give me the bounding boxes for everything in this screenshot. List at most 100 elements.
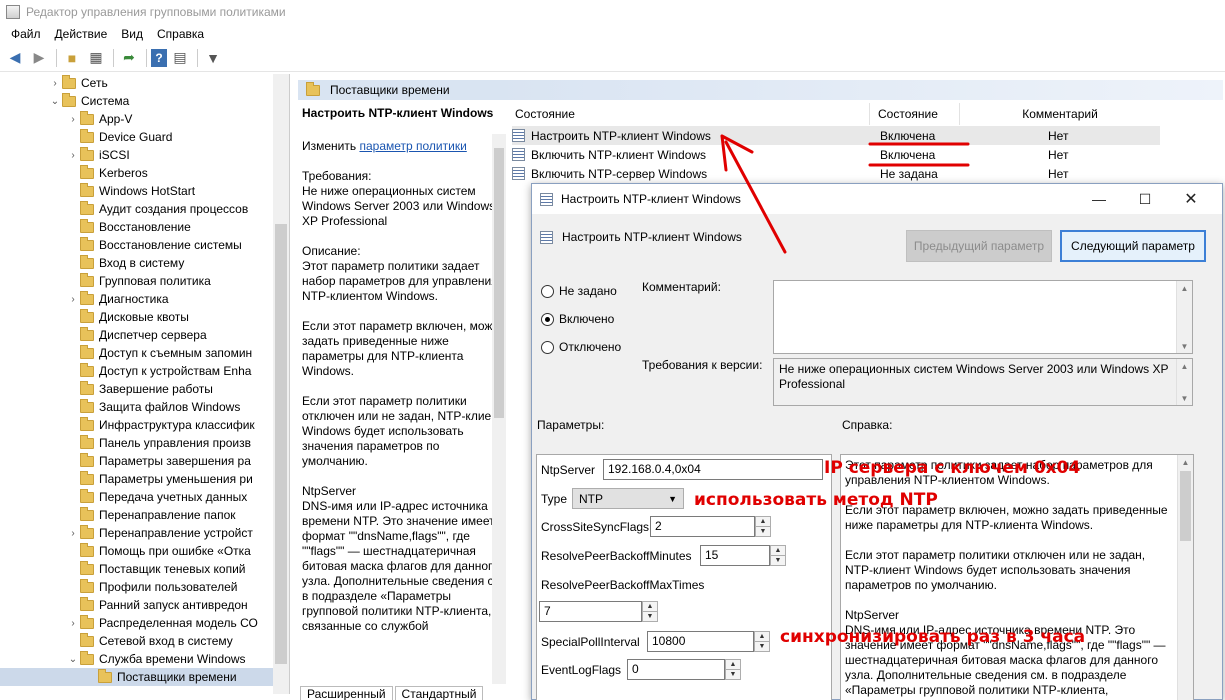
menu-file[interactable]: Файл [4, 27, 48, 41]
menu-action[interactable]: Действие [48, 27, 115, 41]
version-scrollbar[interactable]: ▲ ▼ [1176, 359, 1192, 405]
tree-item[interactable]: Kerberos [0, 164, 289, 182]
policy-row[interactable]: Включить NTP-сервер Windows Не задана Не… [512, 164, 1160, 183]
column-name[interactable]: Состояние [510, 103, 870, 125]
special-poll-input[interactable]: 10800 [647, 631, 754, 652]
tree-item[interactable]: Инфраструктура классифик [0, 416, 289, 434]
edit-policy-link[interactable]: параметр политики [359, 139, 466, 153]
previous-setting-button[interactable]: Предыдущий параметр [906, 230, 1052, 262]
tree-item[interactable]: Дисковые квоты [0, 308, 289, 326]
policy-row[interactable]: Включить NTP-клиент Windows Включена Нет [512, 145, 1160, 164]
expand-icon[interactable]: › [66, 114, 80, 125]
tree-item[interactable]: Параметры завершения ра [0, 452, 289, 470]
scroll-down-icon[interactable]: ▼ [1177, 391, 1192, 405]
tree-item[interactable]: › App-V [0, 110, 289, 128]
menu-help[interactable]: Справка [150, 27, 211, 41]
resolve-min-input[interactable]: 15 [700, 545, 770, 566]
tree-item[interactable]: Восстановление [0, 218, 289, 236]
tree-item[interactable]: Передача учетных данных [0, 488, 289, 506]
tree-item[interactable]: Поставщики времени [0, 668, 289, 686]
forward-arrow-icon[interactable]: ▶ [28, 47, 50, 69]
special-poll-spinner[interactable]: ▲ ▼ [754, 631, 770, 652]
radio-disabled[interactable]: Отключено [541, 340, 621, 354]
tree-item[interactable]: Сетевой вход в систему [0, 632, 289, 650]
tree-item[interactable]: Device Guard [0, 128, 289, 146]
tree-item[interactable]: Параметры уменьшения ри [0, 470, 289, 488]
resolve-max-input[interactable]: 7 [539, 601, 642, 622]
tree-item[interactable]: Windows HotStart [0, 182, 289, 200]
expand-icon[interactable]: › [66, 528, 80, 539]
policy-row[interactable]: Настроить NTP-клиент Windows Включена Не… [512, 126, 1160, 145]
tree-scrollbar[interactable] [273, 74, 289, 694]
tree-item[interactable]: Поставщик теневых копий [0, 560, 289, 578]
close-icon[interactable]: ✕ [1168, 184, 1214, 214]
column-comment[interactable]: Комментарий [960, 103, 1160, 125]
tree-item[interactable]: Доступ к устройствам Enha [0, 362, 289, 380]
radio-enabled[interactable]: Включено [541, 312, 614, 326]
help-icon[interactable]: ? [151, 48, 167, 67]
tree-item[interactable]: ⌄ Служба времени Windows [0, 650, 289, 668]
up-folder-icon[interactable]: ■ [61, 47, 83, 69]
tree-item[interactable]: › Диагностика [0, 290, 289, 308]
type-select[interactable]: NTP ▼ [572, 488, 684, 509]
cross-site-spinner[interactable]: ▲ ▼ [755, 516, 771, 537]
radio-enabled-dot[interactable] [541, 312, 554, 326]
scroll-down-icon[interactable]: ▼ [1177, 339, 1192, 353]
tree-item[interactable]: ⌄ Система [0, 92, 289, 110]
properties-icon[interactable]: ▤ [169, 47, 191, 69]
tree-item[interactable]: Защита файлов Windows [0, 398, 289, 416]
expand-icon[interactable]: › [48, 78, 62, 89]
resolve-min-spinner[interactable]: ▲ ▼ [770, 545, 786, 566]
tree-scroll-thumb[interactable] [275, 224, 287, 664]
tree-item[interactable]: Панель управления произв [0, 434, 289, 452]
tree-item[interactable]: Восстановление системы [0, 236, 289, 254]
tree-item[interactable]: Помощь при ошибке «Отка [0, 542, 289, 560]
tree-item[interactable]: › Распределенная модель СО [0, 614, 289, 632]
tree-item[interactable]: Доступ к съемным запомин [0, 344, 289, 362]
collapse-icon[interactable]: ⌄ [66, 654, 80, 665]
event-log-input[interactable]: 0 [627, 659, 725, 680]
menu-view[interactable]: Вид [114, 27, 150, 41]
tab-extended[interactable]: Расширенный [300, 686, 393, 700]
column-state[interactable]: Состояние [870, 103, 960, 125]
expand-icon[interactable]: › [66, 294, 80, 305]
tree-item[interactable]: Аудит создания процессов [0, 200, 289, 218]
maximize-icon[interactable]: ☐ [1122, 184, 1168, 214]
back-arrow-icon[interactable]: ◀ [4, 47, 26, 69]
scroll-up-icon[interactable]: ▲ [1178, 455, 1193, 469]
tree-item[interactable]: Групповая политика [0, 272, 289, 290]
radio-not-set[interactable]: Не задано [541, 284, 617, 298]
collapse-icon[interactable]: ⌄ [48, 96, 62, 107]
expand-icon[interactable]: › [66, 618, 80, 629]
comment-textarea[interactable]: ▲ ▼ [773, 280, 1193, 354]
next-setting-button[interactable]: Следующий параметр [1060, 230, 1206, 262]
tree-item[interactable]: › Перенаправление устройст [0, 524, 289, 542]
tab-standard[interactable]: Стандартный [394, 686, 484, 700]
tree-item[interactable]: Вход в систему [0, 254, 289, 272]
filter-icon[interactable]: ▼ [202, 47, 224, 69]
cross-site-input[interactable]: 2 [650, 516, 755, 537]
show-tree-icon[interactable]: ▦ [85, 47, 107, 69]
help-scrollbar[interactable]: ▲ [1177, 455, 1193, 700]
scroll-up-icon[interactable]: ▲ [1177, 359, 1192, 373]
event-log-spinner[interactable]: ▲ ▼ [725, 659, 741, 680]
ntp-server-input[interactable]: 192.168.0.4,0x04 [603, 459, 823, 480]
tree-item[interactable]: › Сеть [0, 74, 289, 92]
help-scroll-thumb[interactable] [1180, 471, 1191, 541]
minimize-icon[interactable]: — [1076, 184, 1122, 214]
tree-item[interactable]: Профили пользователей [0, 578, 289, 596]
tree-item[interactable]: Завершение работы [0, 380, 289, 398]
radio-disabled-dot[interactable] [541, 340, 554, 354]
tree-item[interactable]: › iSCSI [0, 146, 289, 164]
radio-not-set-dot[interactable] [541, 284, 554, 298]
tree-item[interactable]: Диспетчер сервера [0, 326, 289, 344]
resolve-max-spinner[interactable]: ▲ ▼ [642, 601, 658, 622]
scroll-up-icon[interactable]: ▲ [1177, 281, 1192, 295]
tree-item[interactable]: Перенаправление папок [0, 506, 289, 524]
comment-scrollbar[interactable]: ▲ ▼ [1176, 281, 1192, 353]
export-icon[interactable]: ➦ [118, 47, 140, 69]
description-scrollbar[interactable] [492, 134, 506, 684]
expand-icon[interactable]: › [66, 150, 80, 161]
tree-item[interactable]: Ранний запуск антивредон [0, 596, 289, 614]
description-scroll-thumb[interactable] [494, 148, 504, 418]
